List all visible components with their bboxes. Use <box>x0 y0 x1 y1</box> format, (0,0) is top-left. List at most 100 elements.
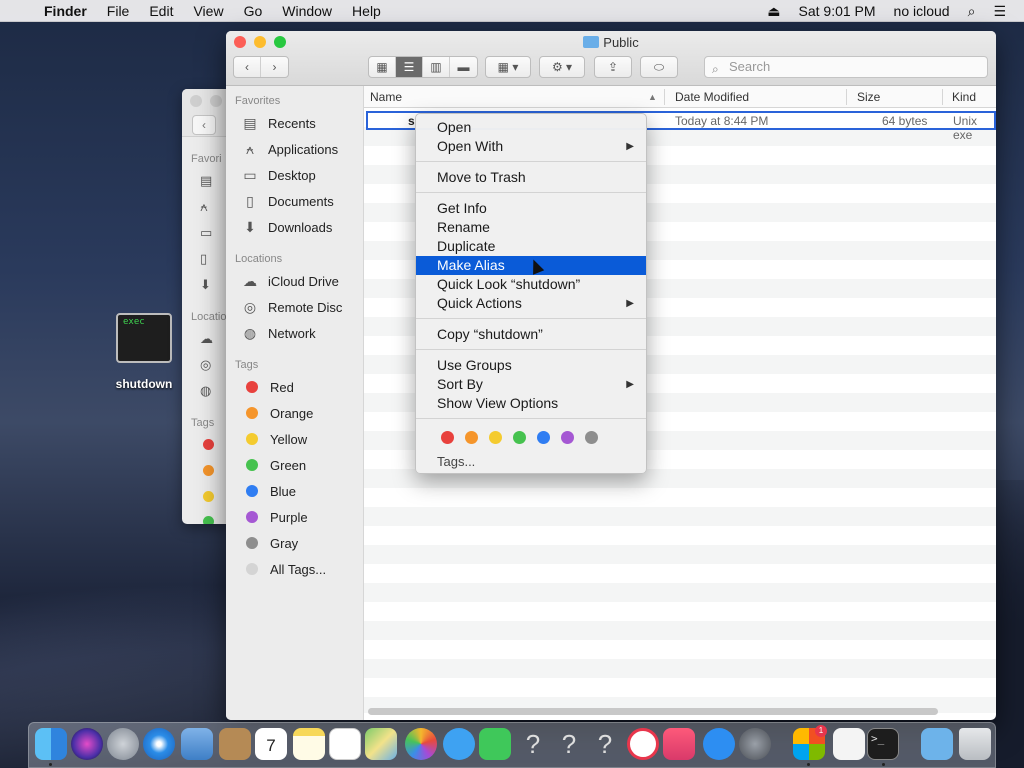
menu-item-duplicate[interactable]: Duplicate <box>416 237 646 256</box>
menu-app-name[interactable]: Finder <box>44 3 87 19</box>
finder-icon[interactable] <box>35 728 67 760</box>
news-icon[interactable] <box>627 728 659 760</box>
tag-yellow-icon[interactable] <box>203 491 214 502</box>
sidebar-item-icloud-drive[interactable]: ☁ iCloud Drive <box>240 271 339 291</box>
textedit-icon[interactable] <box>833 728 865 760</box>
sidebar-item-tag-red[interactable]: Red <box>240 377 294 397</box>
sidebar-item-downloads[interactable]: ⬇ Downloads <box>240 217 332 237</box>
column-header-name[interactable]: Name <box>370 90 402 104</box>
sidebar-item-tag-orange[interactable]: Orange <box>240 403 313 423</box>
notification-center-icon[interactable]: ☰ <box>993 3 1006 20</box>
desktop-icon[interactable]: ▭ <box>200 225 216 241</box>
music-icon[interactable] <box>663 728 695 760</box>
sidebar-item-remote-disc[interactable]: ◎ Remote Disc <box>240 297 343 317</box>
messages-icon[interactable] <box>443 728 475 760</box>
tag-yellow-icon[interactable] <box>489 431 502 444</box>
sidebar-item-applications[interactable]: ⍲ Applications <box>240 139 338 159</box>
tag-blue-icon[interactable] <box>537 431 550 444</box>
safari-icon[interactable] <box>143 728 175 760</box>
menu-item-quick-look[interactable]: Quick Look “shutdown” <box>416 275 646 294</box>
tag-green-icon[interactable] <box>513 431 526 444</box>
applications-icon[interactable]: ⍲ <box>200 199 216 215</box>
menu-view[interactable]: View <box>193 3 223 19</box>
forward-button[interactable]: › <box>261 57 288 77</box>
sidebar-item-documents[interactable]: ▯ Documents <box>240 191 334 211</box>
downloads-folder-icon[interactable] <box>921 728 953 760</box>
menu-item-open-with[interactable]: Open With ▶ <box>416 137 646 156</box>
column-header-date-modified[interactable]: Date Modified <box>675 90 749 104</box>
background-finder-window[interactable]: ‹ Favori ▤ ⍲ ▭ ▯ ⬇ Locatio ☁ ◎ ◍ Tags <box>182 89 232 524</box>
notes-icon[interactable] <box>293 728 325 760</box>
menu-item-use-groups[interactable]: Use Groups <box>416 356 646 375</box>
action-gear-button[interactable]: ⚙ ▾ <box>539 56 585 78</box>
maps-icon[interactable] <box>365 728 397 760</box>
tag-green-icon[interactable] <box>203 516 214 524</box>
menu-clock[interactable]: Sat 9:01 PM <box>799 3 876 19</box>
sort-ascending-icon[interactable]: ▲ <box>648 92 657 102</box>
menu-item-get-info[interactable]: Get Info <box>416 199 646 218</box>
spotlight-icon[interactable]: ⌕ <box>968 3 976 20</box>
trash-icon[interactable] <box>959 728 991 760</box>
sidebar-item-all-tags[interactable]: All Tags... <box>240 559 326 579</box>
group-by-button[interactable]: ▦ ▾ <box>485 56 531 78</box>
photos-icon[interactable] <box>405 728 437 760</box>
unknown-app-icon[interactable]: ? <box>589 728 621 760</box>
menu-item-rename[interactable]: Rename <box>416 218 646 237</box>
preview-icon[interactable] <box>181 728 213 760</box>
column-header-kind[interactable]: Kind <box>952 90 976 104</box>
menu-help[interactable]: Help <box>352 3 381 19</box>
minimize-icon[interactable] <box>210 95 222 107</box>
contacts-icon[interactable] <box>219 728 251 760</box>
edit-tags-button[interactable]: ⬭ <box>640 56 678 78</box>
column-view-button[interactable]: ▥ <box>423 57 450 77</box>
sidebar-item-tag-yellow[interactable]: Yellow <box>240 429 307 449</box>
desktop-file-label[interactable]: shutdown <box>102 377 186 391</box>
menu-user[interactable]: no icloud <box>894 3 950 19</box>
tag-red-icon[interactable] <box>203 439 214 450</box>
menu-window[interactable]: Window <box>282 3 332 19</box>
list-view-button[interactable]: ☰ <box>396 57 423 77</box>
menu-item-show-view-options[interactable]: Show View Options <box>416 394 646 413</box>
menu-edit[interactable]: Edit <box>149 3 173 19</box>
share-button[interactable]: ⇪ <box>594 56 632 78</box>
column-header-size[interactable]: Size <box>857 90 880 104</box>
menu-file[interactable]: File <box>107 3 130 19</box>
menu-item-sort-by[interactable]: Sort By ▶ <box>416 375 646 394</box>
remote-disc-icon[interactable]: ◎ <box>200 357 216 373</box>
downloads-icon[interactable]: ⬇ <box>200 277 216 293</box>
close-icon[interactable] <box>190 95 202 107</box>
unknown-app-icon[interactable]: ? <box>553 728 585 760</box>
sidebar-item-desktop[interactable]: ▭ Desktop <box>240 165 315 185</box>
icloud-icon[interactable]: ☁ <box>200 331 216 347</box>
unknown-app-icon[interactable]: ? <box>517 728 549 760</box>
menu-item-tags[interactable]: Tags... <box>416 452 646 471</box>
menu-go[interactable]: Go <box>244 3 263 19</box>
menu-item-quick-actions[interactable]: Quick Actions ▶ <box>416 294 646 313</box>
sidebar-item-tag-blue[interactable]: Blue <box>240 481 296 501</box>
documents-icon[interactable]: ▯ <box>200 251 216 267</box>
terminal-icon[interactable]: >_ <box>867 728 899 760</box>
sidebar-item-recents[interactable]: ▤ Recents <box>240 113 315 133</box>
menu-item-copy[interactable]: Copy “shutdown” <box>416 325 646 344</box>
siri-icon[interactable] <box>71 728 103 760</box>
menu-item-open[interactable]: Open <box>416 118 646 137</box>
sidebar-item-tag-gray[interactable]: Gray <box>240 533 298 553</box>
reminders-icon[interactable] <box>329 728 361 760</box>
recents-icon[interactable]: ▤ <box>200 173 216 189</box>
tag-red-icon[interactable] <box>441 431 454 444</box>
desktop-exec-file-icon[interactable]: exec <box>116 313 172 363</box>
sidebar-item-tag-green[interactable]: Green <box>240 455 306 475</box>
sidebar-item-tag-purple[interactable]: Purple <box>240 507 308 527</box>
launchpad-icon[interactable] <box>107 728 139 760</box>
eject-icon[interactable]: ⏏ <box>767 3 780 20</box>
back-nav-icon[interactable]: ‹ <box>192 115 216 135</box>
gallery-view-button[interactable]: ▬ <box>450 57 477 77</box>
tag-orange-icon[interactable] <box>203 465 214 476</box>
sidebar-item-network[interactable]: ◍ Network <box>240 323 316 343</box>
network-icon[interactable]: ◍ <box>200 383 216 399</box>
icon-view-button[interactable]: ▦ <box>369 57 396 77</box>
horizontal-scrollbar[interactable] <box>368 708 938 715</box>
tag-orange-icon[interactable] <box>465 431 478 444</box>
system-preferences-icon[interactable] <box>739 728 771 760</box>
tag-purple-icon[interactable] <box>561 431 574 444</box>
